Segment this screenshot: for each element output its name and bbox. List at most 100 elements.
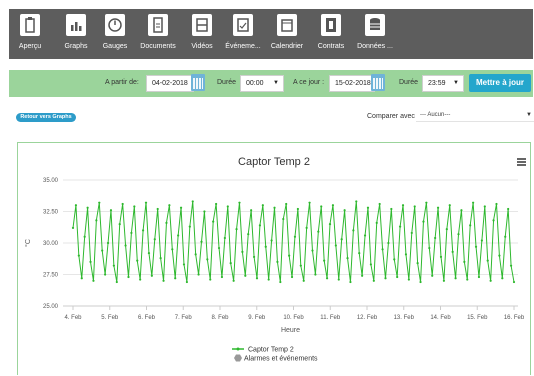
data-point	[247, 233, 250, 236]
data-point	[302, 279, 305, 282]
y-tick-label: 35.00	[43, 178, 59, 184]
data-point	[439, 255, 443, 258]
nav-label: Graphs	[64, 43, 88, 50]
data-point	[472, 201, 475, 204]
data-point	[501, 277, 504, 280]
nav-label: Aperçu	[18, 43, 42, 50]
nav-item-documents[interactable]: Documents	[135, 9, 181, 59]
legend-hexagon-icon	[234, 354, 242, 362]
data-point	[334, 244, 337, 247]
nav-item-calendrier[interactable]: Calendrier	[265, 9, 309, 59]
y-tick-label: 25.00	[43, 304, 59, 310]
nav-item-contrats[interactable]: Contrats	[313, 9, 349, 59]
nav-item--v-neme[interactable]: Événeme...	[223, 9, 263, 59]
data-point	[217, 246, 221, 250]
data-point	[509, 264, 513, 267]
data-point	[71, 226, 75, 229]
data-point	[215, 202, 218, 206]
data-point	[168, 204, 171, 207]
data-point	[425, 201, 428, 204]
data-point	[398, 225, 402, 228]
data-point	[106, 241, 110, 245]
data-point	[325, 277, 329, 280]
legend-label: Alarmes et événements	[244, 356, 318, 363]
data-point	[232, 279, 235, 282]
compare-label: Comparer avec	[367, 113, 415, 120]
data-point	[147, 251, 151, 255]
data-point	[404, 253, 408, 256]
data-point	[104, 273, 107, 276]
data-point	[498, 254, 501, 257]
data-point	[188, 225, 191, 228]
data-point	[384, 277, 387, 280]
data-point	[293, 235, 297, 238]
data-point	[153, 238, 156, 241]
data-point	[124, 244, 127, 247]
data-point	[466, 278, 469, 281]
from-date-input[interactable]: 04-02-2018	[146, 75, 194, 92]
data-point	[98, 201, 101, 204]
data-point	[118, 223, 121, 226]
nav-label: Documents	[140, 43, 176, 50]
data-point	[255, 277, 259, 280]
data-point	[288, 254, 291, 257]
data-point	[460, 209, 463, 212]
bar-chart-icon	[66, 14, 86, 36]
data-point	[206, 258, 209, 261]
data-point	[136, 259, 139, 262]
data-point	[328, 223, 332, 226]
data-point	[258, 224, 262, 227]
y-tick-label: 32.50	[43, 210, 59, 216]
line-chart: 35.00 32.50 30.00 27.50 25.00 °C 4. Feb 5. Feb 6…	[24, 178, 525, 363]
data-point	[489, 279, 492, 282]
data-point	[109, 209, 113, 212]
x-axis-title: Heure	[281, 327, 300, 334]
data-point	[212, 220, 215, 223]
x-tick-label: 6. Feb	[138, 315, 156, 321]
start-time-select[interactable]: 00:00	[240, 75, 284, 92]
data-point	[296, 207, 299, 211]
data-point	[378, 202, 381, 206]
nav-item-donn-es[interactable]: Données ...	[353, 9, 397, 59]
data-point	[112, 264, 115, 267]
nav-label: Vidéos	[191, 43, 213, 50]
nav-item-aper-u[interactable]: Aperçu	[12, 9, 48, 59]
end-time-select[interactable]: 23:59	[422, 75, 464, 92]
data-point	[250, 209, 253, 212]
data-point	[372, 279, 375, 282]
data-point	[457, 233, 460, 236]
data-point	[442, 279, 446, 282]
data-point	[191, 200, 194, 203]
calendar-icon[interactable]	[371, 74, 385, 91]
compare-select[interactable]: --- Aucun---	[416, 108, 534, 122]
duration-label: Durée	[217, 79, 237, 86]
update-button[interactable]: Mettre à jour	[469, 74, 531, 92]
data-point	[375, 221, 378, 224]
document-icon	[148, 14, 168, 36]
calendar-icon[interactable]	[191, 74, 205, 91]
data-point	[431, 274, 434, 277]
y-tick-label: 27.50	[43, 273, 59, 279]
y-axis-title: °C	[24, 239, 32, 247]
nav-item-gauges[interactable]: Gauges	[97, 9, 133, 59]
data-point	[83, 235, 86, 238]
data-point	[194, 253, 197, 256]
data-point	[407, 278, 410, 281]
data-point	[507, 207, 510, 211]
data-point	[480, 239, 483, 242]
data-point	[305, 226, 308, 229]
nav-item-vid-os[interactable]: Vidéos	[185, 9, 219, 59]
data-point	[320, 205, 323, 208]
nav-item-graphs[interactable]: Graphs	[58, 9, 94, 59]
data-point	[74, 204, 78, 207]
x-tick-label: 15. Feb	[467, 315, 488, 321]
data-point	[276, 260, 279, 263]
data-point	[463, 260, 466, 263]
data-point	[89, 260, 92, 263]
data-point	[203, 210, 206, 213]
back-to-graphs-button[interactable]: Retour vers Graphs	[16, 113, 76, 122]
to-date-input[interactable]: 15-02-2018	[329, 75, 375, 92]
data-point	[86, 206, 89, 209]
data-point	[223, 236, 226, 240]
data-point	[401, 204, 405, 207]
